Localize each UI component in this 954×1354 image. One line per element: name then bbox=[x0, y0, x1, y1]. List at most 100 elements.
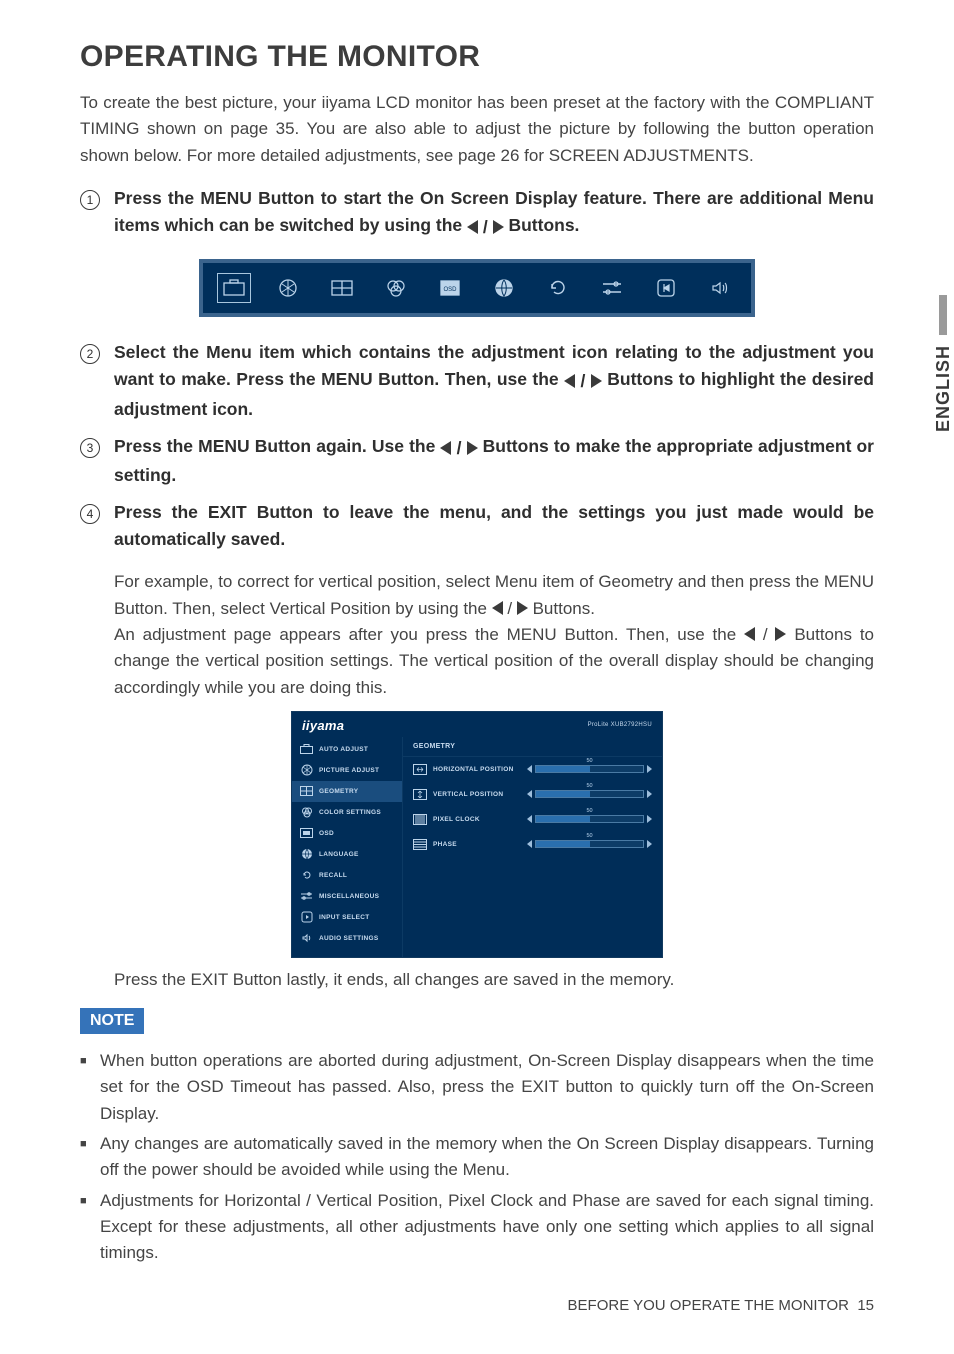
intro-paragraph: To create the best picture, your iiyama … bbox=[80, 90, 874, 169]
osd-menu: iiyama ProLite XUB2792HSU AUTO ADJUST PI… bbox=[291, 711, 663, 958]
row-label: HORIZONTAL POSITION bbox=[433, 766, 521, 773]
left-arrow-icon bbox=[467, 220, 478, 234]
step-1-text-b: Buttons. bbox=[504, 215, 580, 235]
example-1b: Buttons. bbox=[528, 599, 595, 618]
language-label: ENGLISH bbox=[933, 345, 954, 432]
osd-adjustment-row[interactable]: HORIZONTAL POSITION 50 bbox=[403, 757, 662, 782]
bullet-icon bbox=[80, 1131, 100, 1184]
example-2a: An adjustment page appears after you pre… bbox=[114, 625, 744, 644]
right-arrow-icon bbox=[591, 374, 602, 388]
osd-icon-bar: OSD bbox=[80, 259, 874, 317]
osd-item-audio-settings[interactable]: AUDIO SETTINGS bbox=[292, 928, 402, 949]
iconbar-osd-icon: OSD bbox=[437, 277, 463, 299]
iconbar-miscellaneous-icon bbox=[599, 277, 625, 299]
iconbar-auto-adjust-icon bbox=[221, 277, 247, 299]
slider-value: 50 bbox=[586, 808, 592, 814]
step-4-text: Press the EXIT Button to leave the menu,… bbox=[114, 499, 874, 553]
iconbar-recall-icon bbox=[545, 277, 571, 299]
slider-left-arrow-icon[interactable] bbox=[527, 840, 532, 848]
step-1: 1 Press the MENU Button to start the On … bbox=[80, 185, 874, 241]
example-paragraph: For example, to correct for vertical pos… bbox=[114, 569, 874, 701]
osd-item-input-select[interactable]: INPUT SELECT bbox=[292, 907, 402, 928]
note-2: Any changes are automatically saved in t… bbox=[100, 1131, 874, 1184]
right-arrow-icon bbox=[493, 220, 504, 234]
osd-item-auto-adjust[interactable]: AUTO ADJUST bbox=[292, 739, 402, 760]
page-title: OPERATING THE MONITOR bbox=[80, 40, 874, 74]
right-arrow-icon bbox=[517, 601, 528, 615]
iconbar-language-icon bbox=[491, 277, 517, 299]
osd-adjustment-row[interactable]: VERTICAL POSITION 50 bbox=[403, 782, 662, 807]
osd-item-osd[interactable]: OSD bbox=[292, 823, 402, 844]
slider-value: 50 bbox=[586, 758, 592, 764]
svg-text:OSD: OSD bbox=[443, 287, 457, 293]
row-icon bbox=[413, 814, 427, 825]
footer-page: 15 bbox=[857, 1297, 874, 1314]
slider-left-arrow-icon[interactable] bbox=[527, 765, 532, 773]
step-number-4: 4 bbox=[80, 504, 100, 524]
step-number-3: 3 bbox=[80, 438, 100, 458]
row-icon bbox=[413, 764, 427, 775]
iconbar-input-select-icon bbox=[653, 277, 679, 299]
step-2: 2 Select the Menu item which contains th… bbox=[80, 339, 874, 422]
iconbar-picture-adjust-icon bbox=[275, 277, 301, 299]
slider-value: 50 bbox=[586, 833, 592, 839]
left-arrow-icon bbox=[440, 441, 451, 455]
post-osd-text: Press the EXIT Button lastly, it ends, a… bbox=[114, 970, 874, 990]
osd-right-panel: GEOMETRY HORIZONTAL POSITION50VERTICAL P… bbox=[403, 737, 662, 957]
osd-brand: iiyama bbox=[302, 718, 344, 733]
slider-right-arrow-icon[interactable] bbox=[647, 815, 652, 823]
slider[interactable]: 50 bbox=[527, 840, 652, 848]
slider-left-arrow-icon[interactable] bbox=[527, 815, 532, 823]
slider-left-arrow-icon[interactable] bbox=[527, 790, 532, 798]
step-4: 4 Press the EXIT Button to leave the men… bbox=[80, 499, 874, 553]
bullet-icon bbox=[80, 1048, 100, 1127]
iconbar-color-settings-icon bbox=[383, 277, 409, 299]
slider-right-arrow-icon[interactable] bbox=[647, 765, 652, 773]
left-arrow-icon bbox=[564, 374, 575, 388]
slider[interactable]: 50 bbox=[527, 765, 652, 773]
slider-right-arrow-icon[interactable] bbox=[647, 790, 652, 798]
note-3: Adjustments for Horizontal / Vertical Po… bbox=[100, 1188, 874, 1267]
slider-right-arrow-icon[interactable] bbox=[647, 840, 652, 848]
step-number-1: 1 bbox=[80, 190, 100, 210]
osd-left-menu: AUTO ADJUST PICTURE ADJUST GEOMETRY COLO… bbox=[292, 737, 403, 957]
osd-right-title: GEOMETRY bbox=[403, 737, 662, 757]
row-icon bbox=[413, 789, 427, 800]
notes-list: When button operations are aborted durin… bbox=[80, 1048, 874, 1267]
bullet-icon bbox=[80, 1188, 100, 1267]
slider[interactable]: 50 bbox=[527, 790, 652, 798]
row-label: PHASE bbox=[433, 841, 521, 848]
osd-item-recall[interactable]: RECALL bbox=[292, 865, 402, 886]
slider[interactable]: 50 bbox=[527, 815, 652, 823]
osd-model: ProLite XUB2792HSU bbox=[588, 722, 652, 728]
footer-label: BEFORE YOU OPERATE THE MONITOR bbox=[568, 1297, 849, 1314]
right-arrow-icon bbox=[775, 627, 786, 641]
right-arrow-icon bbox=[467, 441, 478, 455]
osd-item-geometry[interactable]: GEOMETRY bbox=[292, 781, 402, 802]
left-arrow-icon bbox=[492, 601, 503, 615]
slider-track[interactable]: 50 bbox=[535, 815, 644, 823]
language-tab-bar bbox=[940, 295, 948, 335]
note-1: When button operations are aborted durin… bbox=[100, 1048, 874, 1127]
osd-item-miscellaneous[interactable]: MISCELLANEOUS bbox=[292, 886, 402, 907]
page-footer: BEFORE YOU OPERATE THE MONITOR 15 bbox=[80, 1297, 874, 1314]
iconbar-audio-settings-icon bbox=[707, 277, 733, 299]
note-badge: NOTE bbox=[80, 1008, 144, 1034]
osd-adjustment-row[interactable]: PHASE 50 bbox=[403, 832, 662, 857]
slider-track[interactable]: 50 bbox=[535, 765, 644, 773]
osd-item-color-settings[interactable]: COLOR SETTINGS bbox=[292, 802, 402, 823]
slider-track[interactable]: 50 bbox=[535, 790, 644, 798]
slider-track[interactable]: 50 bbox=[535, 840, 644, 848]
row-label: VERTICAL POSITION bbox=[433, 791, 521, 798]
step-number-2: 2 bbox=[80, 344, 100, 364]
left-arrow-icon bbox=[744, 627, 755, 641]
iconbar-geometry-icon bbox=[329, 277, 355, 299]
row-label: PIXEL CLOCK bbox=[433, 816, 521, 823]
step-3: 3 Press the MENU Button again. Use the /… bbox=[80, 433, 874, 489]
step-3-text-a: Press the MENU Button again. Use the bbox=[114, 436, 440, 456]
osd-item-language[interactable]: LANGUAGE bbox=[292, 844, 402, 865]
osd-item-picture-adjust[interactable]: PICTURE ADJUST bbox=[292, 760, 402, 781]
language-tab: ENGLISH bbox=[933, 295, 954, 432]
osd-adjustment-row[interactable]: PIXEL CLOCK 50 bbox=[403, 807, 662, 832]
slider-value: 50 bbox=[586, 783, 592, 789]
